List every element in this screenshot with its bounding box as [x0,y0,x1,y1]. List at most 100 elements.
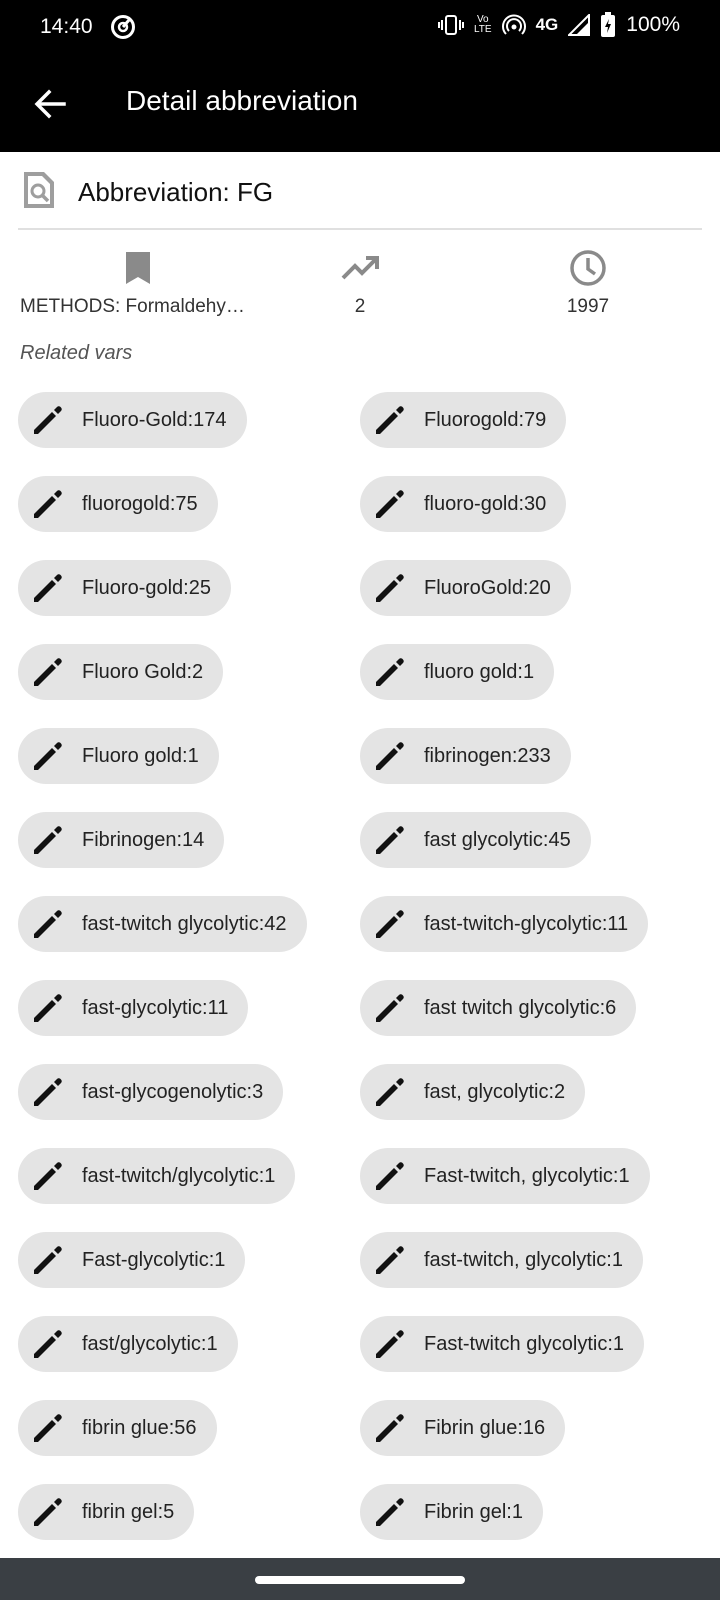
edit-icon [376,994,404,1022]
edit-icon [376,490,404,518]
related-var-chip[interactable]: fibrin gel:5 [18,1484,195,1540]
chip-label: Fibrin gel:1 [424,1500,523,1523]
edit-icon [34,742,62,770]
trending-up-icon [341,256,379,280]
edit-icon [376,1078,404,1106]
chip-label: Fluoro-Gold:174 [82,408,227,431]
related-vars-label: Related vars [20,342,133,364]
chip-label: fluoro-gold:30 [424,492,547,515]
chip-label: Fast-glycolytic:1 [82,1248,226,1271]
related-var-chip[interactable]: Fibrinogen:14 [18,812,225,868]
edit-icon [34,1162,62,1190]
chip-label: fast/glycolytic:1 [82,1332,218,1355]
count-value: 2 [354,296,366,317]
chip-label: fast-twitch/glycolytic:1 [82,1164,276,1187]
network-type: 4G [535,15,559,34]
stat-year: 1997 [468,248,708,318]
edit-icon [34,910,62,938]
chip-label: FluoroGold:20 [424,576,551,599]
chip-label: fast-twitch, glycolytic:1 [424,1248,623,1271]
page-title: Detail abbreviation [126,85,358,116]
related-var-chip[interactable]: Fluoro gold:1 [18,728,219,784]
clock-icon [570,250,606,286]
edit-icon [34,574,62,602]
related-var-chip[interactable]: FluoroGold:20 [360,560,571,616]
chip-label: Fast-twitch, glycolytic:1 [424,1164,630,1187]
abbreviation-title: Abbreviation: FG [78,177,274,207]
chip-label: fast-twitch-glycolytic:11 [424,912,629,935]
status-bar: 14:40 Vo LTE 4G 100% [0,0,720,56]
chip-label: Fast-twitch glycolytic:1 [424,1332,625,1355]
stat-count: 2 [240,248,480,318]
related-var-chip[interactable]: Fluorogold:79 [360,392,567,448]
document-search-icon [24,172,54,208]
chip-label: fast-glycogenolytic:3 [82,1080,264,1103]
related-var-chip[interactable]: Fibrin gel:1 [360,1484,543,1540]
edit-icon [34,406,62,434]
related-var-chip[interactable]: Fast-glycolytic:1 [18,1232,246,1288]
related-var-chip[interactable]: Fast-twitch glycolytic:1 [360,1316,645,1372]
edit-icon [376,910,404,938]
edit-icon [34,1414,62,1442]
battery-level: 100% [626,13,680,36]
chip-label: fibrin glue:56 [82,1416,197,1439]
related-var-chip[interactable]: fast-twitch-glycolytic:11 [360,896,649,952]
related-var-chip[interactable]: fibrin glue:56 [18,1400,217,1456]
navigation-bar [0,1558,720,1600]
edit-icon [376,574,404,602]
edit-icon [376,658,404,686]
related-var-chip[interactable]: fast-twitch/glycolytic:1 [18,1148,296,1204]
related-var-chip[interactable]: fibrinogen:233 [360,728,571,784]
chip-label: fibrinogen:233 [424,744,551,767]
related-var-chip[interactable]: fast/glycolytic:1 [18,1316,238,1372]
related-var-chip[interactable]: fluorogold:75 [18,476,218,532]
related-var-chip[interactable]: Fluoro-Gold:174 [18,392,247,448]
chip-label: fibrin gel:5 [82,1500,175,1523]
related-var-chip[interactable]: fluoro-gold:30 [360,476,567,532]
volte-icon: Vo LTE [473,14,492,35]
related-var-chip[interactable]: Fluoro Gold:2 [18,644,224,700]
edit-icon [34,1078,62,1106]
related-var-chip[interactable]: Fluoro-gold:25 [18,560,231,616]
edit-icon [34,1330,62,1358]
chip-label: Fibrin glue:16 [424,1416,546,1439]
edit-icon [34,826,62,854]
chip-label: Fluoro-gold:25 [82,576,211,599]
related-var-chip[interactable]: fast, glycolytic:2 [360,1064,586,1120]
vibrate-icon [437,15,464,35]
related-var-chip[interactable]: fast-glycolytic:11 [18,980,249,1036]
chip-label: fast, glycolytic:2 [424,1080,566,1103]
related-var-chip[interactable]: fast twitch glycolytic:6 [360,980,637,1036]
related-var-chip[interactable]: fast glycolytic:45 [360,812,591,868]
chip-label: Fibrinogen:14 [82,828,205,851]
related-var-chip[interactable]: Fast-twitch, glycolytic:1 [360,1148,650,1204]
edit-icon [34,1498,62,1526]
related-var-chip[interactable]: Fibrin glue:16 [360,1400,566,1456]
related-var-chip[interactable]: fast-glycogenolytic:3 [18,1064,284,1120]
chip-label: Fluoro gold:1 [82,744,199,767]
year-value: 1997 [566,296,610,317]
related-var-chip[interactable]: fluoro gold:1 [360,644,555,700]
home-gesture-handle[interactable] [255,1576,465,1584]
edit-icon [376,742,404,770]
chip-label: Fluorogold:79 [424,408,547,431]
edit-icon [34,658,62,686]
edit-icon [376,1330,404,1358]
edit-icon [376,1498,404,1526]
edit-icon [34,490,62,518]
stats-row: METHODS: Formaldehyde-... 2 1997 [0,248,720,328]
battery-icon [601,12,616,37]
chip-label: fast twitch glycolytic:6 [424,996,617,1019]
related-var-chip[interactable]: fast-twitch glycolytic:42 [18,896,307,952]
category-value: METHODS: Formaldehyde-... [20,296,250,317]
chip-label: Fluoro Gold:2 [82,660,204,683]
edit-icon [376,406,404,434]
chip-label: fast-glycolytic:11 [82,996,229,1019]
related-var-chip[interactable]: fast-twitch, glycolytic:1 [360,1232,643,1288]
notification-app-icon [111,15,135,39]
back-arrow-icon[interactable] [30,84,70,124]
edit-icon [376,826,404,854]
signal-icon [568,14,591,36]
chip-label: fluorogold:75 [82,492,198,515]
edit-icon [376,1246,404,1274]
